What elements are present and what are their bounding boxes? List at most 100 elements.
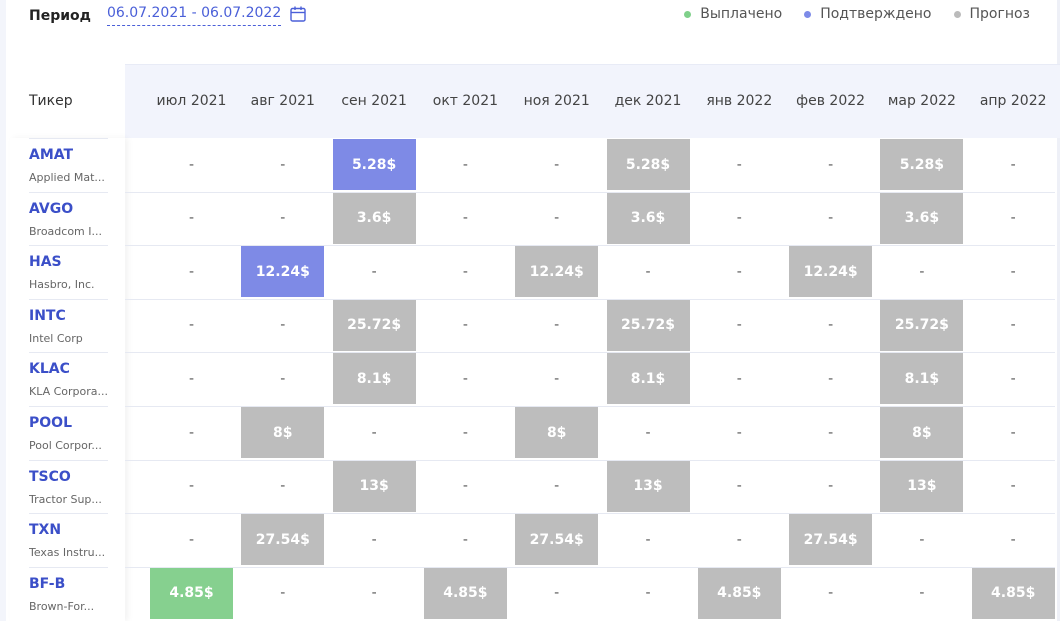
- dividend-cell: -: [736, 156, 742, 173]
- dividend-cell[interactable]: 8.1$: [332, 353, 416, 405]
- month-header: авг 2021: [250, 93, 315, 109]
- dividend-cell[interactable]: 5.28$: [880, 139, 964, 190]
- dividend-cell[interactable]: 12.24$: [241, 246, 325, 298]
- dividend-cell: -: [462, 317, 468, 334]
- table-row-ticker[interactable]: KLAC KLA Corpora...: [29, 352, 108, 405]
- dividend-cell: -: [188, 210, 195, 227]
- dividend-cell: -: [1010, 156, 1016, 173]
- ticker-symbol[interactable]: AMAT: [29, 147, 73, 163]
- dividend-cell[interactable]: 3.6$: [332, 192, 416, 244]
- table-row-ticker[interactable]: INTC Intel Corp: [29, 298, 108, 352]
- dividend-cell[interactable]: 8$: [241, 407, 325, 458]
- dividend-cell[interactable]: 8.1$: [880, 353, 964, 405]
- dividend-cell[interactable]: 4.85$: [423, 567, 507, 619]
- dividend-cell[interactable]: 12.24$: [789, 246, 873, 298]
- ticker-company-name: Texas Instru...: [29, 546, 106, 560]
- dividend-cell: -: [736, 424, 742, 441]
- dividend-cell[interactable]: 12.24$: [515, 246, 599, 298]
- calendar-icon[interactable]: [289, 5, 307, 23]
- period-date-range[interactable]: 06.07.2021 - 06.07.2022: [106, 5, 282, 26]
- legend-item: Подтверждено: [804, 6, 932, 22]
- month-header: июл 2021: [156, 93, 227, 109]
- table-row-ticker[interactable]: POOL Pool Corpor...: [29, 406, 108, 459]
- ticker-symbol[interactable]: BF-B: [29, 576, 65, 592]
- legend-label: Прогноз: [969, 6, 1031, 22]
- dividend-cell: -: [280, 585, 286, 602]
- dividend-cell: -: [736, 370, 742, 387]
- ticker-company-name: Pool Corpor...: [29, 439, 102, 452]
- dividend-cell[interactable]: 5.28$: [332, 139, 416, 190]
- dividend-cell: -: [280, 210, 286, 227]
- dividend-cell[interactable]: 27.54$: [515, 514, 599, 566]
- table-row-ticker[interactable]: TXN Texas Instru...: [29, 513, 108, 566]
- dividend-cell[interactable]: 8.1$: [606, 353, 690, 405]
- dividend-cell: -: [188, 531, 195, 548]
- dividend-cell: -: [828, 317, 834, 334]
- table-row-ticker[interactable]: TSCO Tractor Sup...: [29, 459, 108, 513]
- dividend-cell: -: [919, 585, 925, 602]
- legend-label: Выплачено: [700, 6, 783, 22]
- dividend-cell: -: [554, 478, 560, 495]
- dividend-cell: -: [188, 263, 195, 280]
- dividend-cell[interactable]: 25.72$: [332, 299, 416, 351]
- dividend-cell: -: [462, 263, 468, 280]
- dividend-cell: -: [371, 531, 377, 548]
- dividend-cell: -: [736, 531, 742, 548]
- legend-dot-icon: [684, 10, 692, 18]
- dividend-cell[interactable]: 27.54$: [241, 514, 325, 566]
- dividend-cell[interactable]: 25.72$: [880, 299, 964, 351]
- dividend-cell[interactable]: 13$: [606, 460, 690, 512]
- dividend-cell: -: [828, 478, 834, 495]
- table-row-ticker[interactable]: BF-B Brown-For...: [29, 566, 108, 620]
- dividend-cell: -: [645, 531, 651, 548]
- ticker-symbol[interactable]: POOL: [29, 415, 72, 431]
- page-left-edge: [0, 0, 6, 621]
- ticker-symbol[interactable]: TSCO: [29, 469, 71, 485]
- ticker-column-header: Тикер: [10, 64, 125, 138]
- period-filter: Период 06.07.2021 - 06.07.2022: [29, 5, 307, 26]
- dividend-cell: -: [1010, 478, 1016, 495]
- ticker-symbol[interactable]: KLAC: [29, 361, 70, 377]
- dividend-cell[interactable]: 3.6$: [880, 192, 964, 244]
- ticker-company-name: Tractor Sup...: [29, 492, 102, 506]
- dividend-cell: -: [462, 478, 468, 495]
- dividend-cell[interactable]: 4.85$: [697, 567, 781, 619]
- dividend-cell[interactable]: 27.54$: [789, 514, 873, 566]
- month-header: окт 2021: [432, 93, 499, 109]
- dividend-cell: -: [828, 585, 834, 602]
- month-header: сен 2021: [341, 93, 407, 109]
- dividend-cell: -: [554, 210, 560, 227]
- dividend-cell[interactable]: 4.85$: [971, 567, 1055, 619]
- legend-item: Прогноз: [953, 6, 1031, 22]
- dividend-cell: -: [1010, 210, 1016, 227]
- dividend-cell[interactable]: 8$: [515, 407, 599, 458]
- period-label: Период: [29, 7, 91, 24]
- dividend-cell[interactable]: 13$: [880, 460, 964, 512]
- dividend-cell[interactable]: 25.72$: [606, 299, 690, 351]
- ticker-symbol[interactable]: HAS: [29, 254, 62, 270]
- dividend-cell: -: [462, 531, 468, 548]
- dividend-cell[interactable]: 4.85$: [150, 567, 233, 619]
- dividend-cell: -: [828, 370, 834, 387]
- dividend-cell[interactable]: 13$: [332, 460, 416, 512]
- dividend-cell: -: [188, 370, 195, 387]
- dividend-cell[interactable]: 5.28$: [606, 139, 690, 190]
- dividend-cell: -: [188, 156, 195, 173]
- dividend-cell: -: [1010, 531, 1016, 548]
- ticker-symbol[interactable]: AVGO: [29, 201, 73, 217]
- ticker-symbol[interactable]: TXN: [29, 522, 61, 538]
- ticker-symbol[interactable]: INTC: [29, 308, 66, 324]
- ticker-company-name: Broadcom I...: [29, 224, 103, 238]
- dividend-cell: -: [736, 210, 742, 227]
- dividend-cell[interactable]: 3.6$: [606, 192, 690, 244]
- dividend-cell: -: [828, 424, 834, 441]
- dividend-cell: -: [645, 424, 651, 441]
- ticker-company-name: Brown-For...: [29, 599, 95, 613]
- table-row-ticker[interactable]: HAS Hasbro, Inc.: [29, 245, 108, 298]
- dividend-cell: -: [554, 156, 560, 173]
- dividend-cell: -: [736, 263, 742, 280]
- dividend-cell[interactable]: 8$: [880, 407, 964, 458]
- dividend-cell: -: [828, 210, 834, 227]
- table-row-ticker[interactable]: AMAT Applied Mat...: [29, 138, 108, 191]
- table-row-ticker[interactable]: AVGO Broadcom I...: [29, 191, 108, 245]
